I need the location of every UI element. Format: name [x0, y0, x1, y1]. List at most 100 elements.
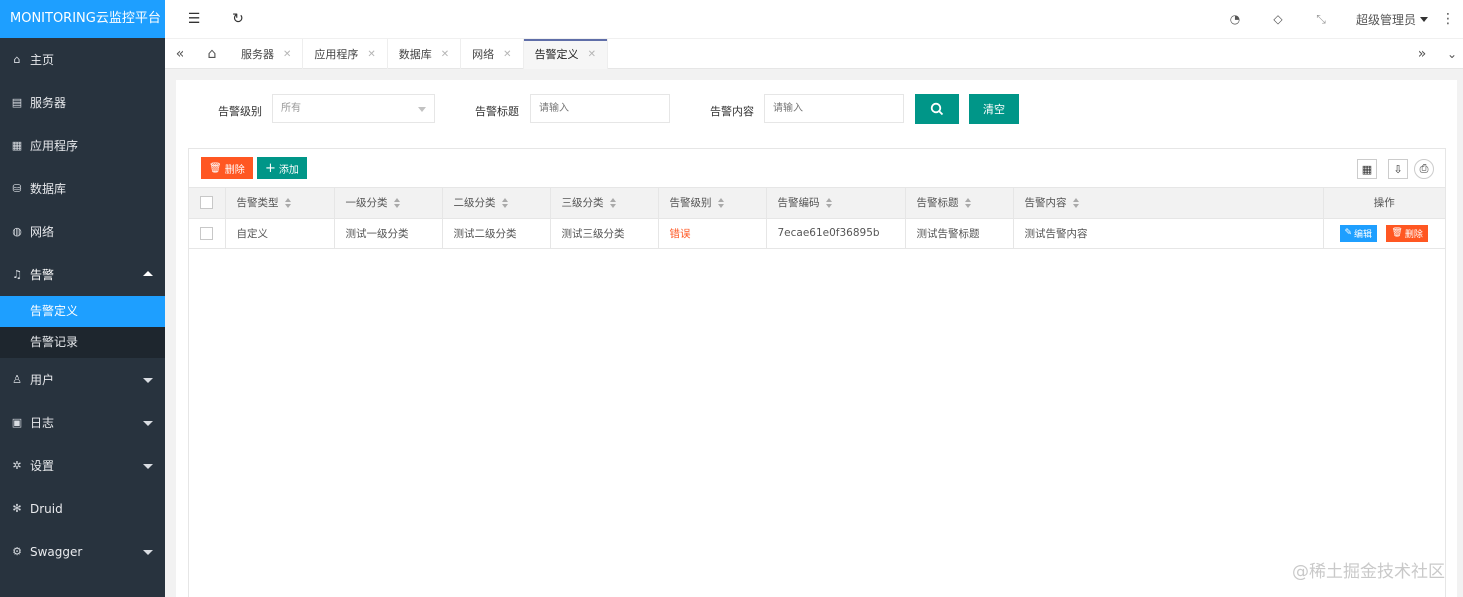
- close-icon[interactable]: ✕: [588, 49, 596, 60]
- cell-cat3: 测试三级分类: [550, 218, 659, 249]
- chevron-down-icon[interactable]: ⌄: [1441, 39, 1463, 69]
- chevron-up-icon: [143, 270, 153, 276]
- export-icon[interactable]: ⇩: [1388, 159, 1408, 179]
- calendar-icon: ▣: [11, 416, 23, 429]
- tab-alarm-definition[interactable]: 告警定义 ✕: [523, 39, 608, 69]
- level-select[interactable]: 所有: [272, 94, 435, 123]
- sidebar-item-settings[interactable]: ✲ 设置: [0, 444, 165, 487]
- sort-icon[interactable]: [717, 198, 726, 209]
- sort-icon[interactable]: [501, 198, 510, 209]
- column-header[interactable]: 一级分类: [334, 188, 443, 219]
- clear-button[interactable]: 清空: [969, 94, 1019, 124]
- sidebar-item-label: 日志: [30, 416, 55, 430]
- close-icon[interactable]: ✕: [367, 49, 375, 60]
- cell-content: 测试告警内容: [1013, 218, 1324, 249]
- search-button[interactable]: [915, 94, 959, 124]
- sidebar-item-label: Druid: [30, 501, 63, 516]
- sidebar-item-label: 主页: [30, 53, 55, 67]
- sort-icon[interactable]: [284, 198, 293, 209]
- more-icon[interactable]: ⋮: [1441, 0, 1455, 38]
- sidebar-item-server[interactable]: ▤ 服务器: [0, 81, 165, 124]
- sidebar-item-application[interactable]: ▦ 应用程序: [0, 124, 165, 167]
- sidebar-item-swagger[interactable]: ⚙ Swagger: [0, 530, 165, 573]
- refresh-icon[interactable]: ↻: [223, 0, 253, 38]
- cog-icon: ⚙: [12, 545, 22, 558]
- cell-level: 错误: [658, 218, 767, 249]
- gear-icon: ✲: [12, 459, 22, 472]
- home-tab-icon[interactable]: ⌂: [199, 39, 225, 69]
- sidebar-item-label: 数据库: [30, 182, 67, 196]
- user-icon: ♙: [12, 373, 22, 386]
- close-icon[interactable]: ✕: [283, 49, 291, 60]
- column-header-actions: 操作: [1323, 188, 1445, 219]
- sidebar-item-home[interactable]: ⌂ 主页: [0, 38, 165, 81]
- tab-server[interactable]: 服务器 ✕: [230, 39, 304, 69]
- sidebar-item-network[interactable]: ◍ 网络: [0, 210, 165, 253]
- tab-label: 网络: [472, 48, 495, 61]
- column-header[interactable]: 告警级别: [658, 188, 767, 219]
- trash-icon: 🗑: [1391, 228, 1403, 238]
- database-icon: ⛁: [12, 182, 22, 195]
- sort-icon[interactable]: [609, 198, 618, 209]
- columns-filter-icon[interactable]: ▦: [1357, 159, 1377, 179]
- column-header[interactable]: 告警编码: [766, 188, 906, 219]
- title-input[interactable]: [530, 94, 670, 123]
- sort-icon[interactable]: [964, 198, 973, 209]
- title-label: 告警标题: [475, 105, 519, 118]
- content-input[interactable]: [764, 94, 904, 123]
- column-header[interactable]: 告警类型: [225, 188, 335, 219]
- row-checkbox[interactable]: [200, 226, 213, 240]
- sidebar-item-alarm-record[interactable]: 告警记录: [0, 327, 165, 358]
- print-icon[interactable]: ⎙: [1414, 159, 1434, 179]
- tab-label: 应用程序: [314, 48, 359, 61]
- sort-icon[interactable]: [825, 198, 834, 209]
- fullscreen-icon[interactable]: ⤡: [1309, 0, 1333, 38]
- home-icon: ⌂: [13, 53, 21, 66]
- select-all-checkbox[interactable]: [200, 196, 213, 210]
- cell-code: 7ecae61e0f36895b: [766, 218, 906, 249]
- chevron-down-icon: [418, 107, 426, 112]
- sidebar-item-label: 告警: [30, 268, 55, 282]
- theme-icon[interactable]: ◔: [1223, 0, 1247, 38]
- select-all-cell: [189, 188, 226, 219]
- tag-icon[interactable]: ◇: [1266, 0, 1290, 38]
- sidebar-item-druid[interactable]: ✻ Druid: [0, 487, 165, 530]
- sidebar-item-label: 应用程序: [30, 139, 79, 153]
- tab-scroll-right-icon[interactable]: »: [1411, 39, 1433, 69]
- tab-label: 服务器: [241, 48, 274, 61]
- sidebar-item-alarm-definition[interactable]: 告警定义: [0, 296, 165, 327]
- watermark: @稀土掘金技术社区: [1292, 562, 1445, 582]
- chevron-down-icon: [143, 377, 153, 383]
- column-header[interactable]: 二级分类: [442, 188, 551, 219]
- cell-title: 测试告警标题: [905, 218, 1014, 249]
- tab-database[interactable]: 数据库 ✕: [388, 39, 462, 69]
- user-menu[interactable]: 超级管理员: [1356, 0, 1429, 38]
- bell-icon: ♫: [12, 268, 22, 281]
- sidebar-item-alarm[interactable]: ♫ 告警: [0, 253, 165, 296]
- menu-toggle-icon[interactable]: ☰: [179, 0, 209, 38]
- add-button[interactable]: + 添加: [257, 157, 307, 179]
- edit-button[interactable]: ✎ 编辑: [1339, 224, 1378, 242]
- tab-network[interactable]: 网络 ✕: [461, 39, 524, 69]
- chevron-down-icon: [143, 463, 153, 469]
- column-header[interactable]: 告警标题: [905, 188, 1014, 219]
- tab-application[interactable]: 应用程序 ✕: [303, 39, 388, 69]
- close-icon[interactable]: ✕: [503, 49, 511, 60]
- sidebar-item-log[interactable]: ▣ 日志: [0, 401, 165, 444]
- close-icon[interactable]: ✕: [441, 49, 449, 60]
- chevron-down-icon: [143, 549, 153, 555]
- batch-delete-button[interactable]: 🗑 删除: [201, 157, 253, 179]
- level-select-value: 所有: [281, 103, 301, 114]
- sort-icon[interactable]: [393, 198, 402, 209]
- column-header[interactable]: 三级分类: [550, 188, 659, 219]
- tab-bar: « ⌂ 服务器 ✕ 应用程序 ✕ 数据库 ✕ 网络 ✕ 告警定义 ✕ » ⌄: [165, 38, 1463, 69]
- delete-button[interactable]: 🗑 删除: [1386, 224, 1428, 242]
- app-logo[interactable]: MONITORING云监控平台: [0, 0, 165, 38]
- sidebar-item-database[interactable]: ⛁ 数据库: [0, 167, 165, 210]
- sidebar-item-label: 设置: [30, 459, 55, 473]
- column-header[interactable]: 告警内容: [1013, 188, 1324, 219]
- sort-icon[interactable]: [1072, 198, 1081, 209]
- table-row: 自定义 测试一级分类 测试二级分类 测试三级分类 错误 7ecae61e0f36…: [189, 218, 1445, 249]
- tab-scroll-left-icon[interactable]: «: [169, 39, 191, 69]
- sidebar-item-user[interactable]: ♙ 用户: [0, 358, 165, 401]
